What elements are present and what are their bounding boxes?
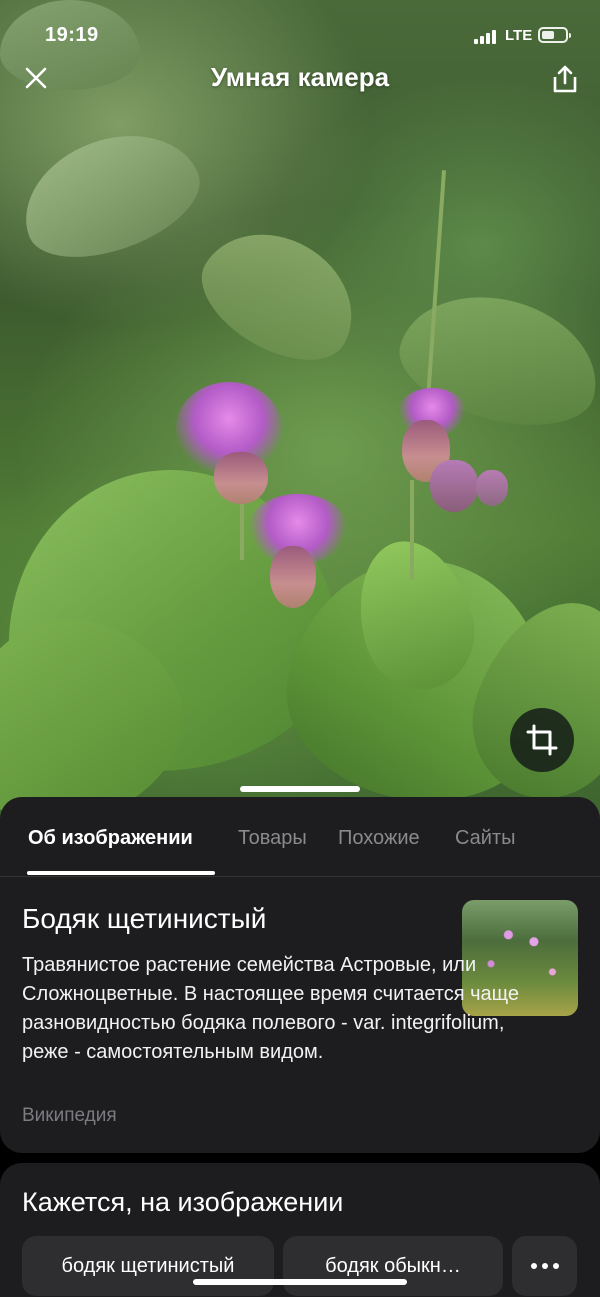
thistle-bud xyxy=(476,470,508,506)
source-link[interactable]: Википедия xyxy=(22,1105,117,1127)
crop-icon xyxy=(526,724,558,756)
thistle-bud xyxy=(270,546,316,608)
suggestions-title: Кажется, на изображении xyxy=(22,1187,344,1217)
share-button[interactable] xyxy=(546,60,584,98)
suggestions-card: Кажется, на изображении бодяк щетинистый… xyxy=(0,1163,600,1297)
status-time: 19:19 xyxy=(45,24,99,46)
tab-products[interactable]: Товары xyxy=(238,827,307,850)
network-label: LTE xyxy=(505,27,533,44)
suggestion-chip[interactable]: бодяк щетинистый xyxy=(22,1236,274,1296)
object-description: Травянистое растение семейства Астровые,… xyxy=(22,954,520,1063)
object-title[interactable]: Бодяк щетинистый xyxy=(22,903,266,935)
camera-photo: 19:19 LTE Умная камера xyxy=(0,0,600,820)
share-icon xyxy=(553,65,577,93)
sheet-drag-handle[interactable] xyxy=(240,786,360,792)
more-suggestions-button[interactable] xyxy=(512,1236,577,1296)
tab-similar[interactable]: Похожие xyxy=(338,827,420,850)
thistle-bud xyxy=(214,452,268,504)
suggestion-chip[interactable]: бодяк обыкн… xyxy=(283,1236,503,1296)
thistle-bud xyxy=(430,460,478,512)
battery-icon xyxy=(538,27,571,43)
status-bar: 19:19 LTE xyxy=(0,0,600,64)
tab-sites[interactable]: Сайты xyxy=(455,827,516,850)
stem xyxy=(410,480,414,580)
active-tab-indicator xyxy=(27,871,215,875)
home-indicator[interactable] xyxy=(193,1279,407,1285)
leaf xyxy=(6,112,214,278)
page-title: Умная камера xyxy=(210,62,390,92)
more-icon xyxy=(530,1263,559,1269)
result-tabs: Об изображении Товары Похожие Сайты xyxy=(0,797,600,877)
crop-button[interactable] xyxy=(510,708,574,772)
tab-about-image[interactable]: Об изображении xyxy=(28,827,193,850)
signal-icon xyxy=(474,30,496,44)
leaf xyxy=(183,207,377,383)
stem xyxy=(240,500,244,560)
result-sheet: Об изображении Товары Похожие Сайты Бодя… xyxy=(0,797,600,1153)
